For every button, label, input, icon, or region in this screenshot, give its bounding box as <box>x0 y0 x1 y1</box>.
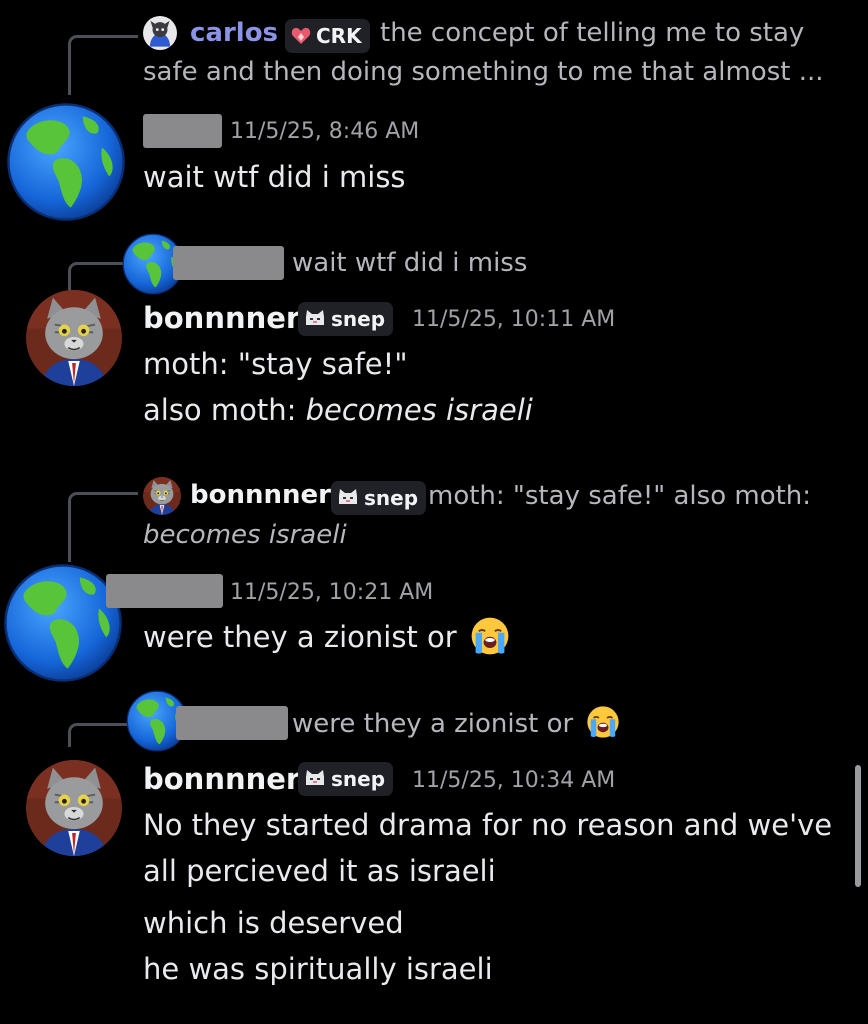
user-tag-label: snep <box>331 767 386 791</box>
reply-author-avatar[interactable] <box>143 477 181 515</box>
reply-tag-label: CRK <box>316 24 362 48</box>
reply-preview[interactable]: were they a zionist or <box>292 709 620 739</box>
message-text-italic: becomes israeli <box>305 393 533 427</box>
user-tag[interactable]: snep <box>298 302 394 336</box>
reply-preview-line1[interactable]: moth: "stay safe!" also moth: <box>428 481 811 511</box>
message-text: he was spiritually israeli <box>143 952 493 986</box>
reply-tag-label: snep <box>364 486 419 510</box>
message-text: which is deserved <box>143 906 404 940</box>
reply-preview[interactable]: wait wtf did i miss <box>292 248 527 278</box>
reply-preview-line2[interactable]: becomes israeli <box>143 520 347 550</box>
message-text: No they started drama for no reason and … <box>143 808 833 842</box>
message-text: also moth: becomes israeli <box>143 393 533 427</box>
cat-badge-icon <box>306 770 324 785</box>
reply-preview-italic: becomes israeli <box>143 520 347 550</box>
redacted-username <box>106 574 223 608</box>
redacted-username <box>143 114 222 148</box>
redacted-username <box>176 706 288 740</box>
user-tag[interactable]: snep <box>298 762 394 796</box>
reply-author-name[interactable]: bonnnner <box>190 480 331 510</box>
cat-avatar[interactable] <box>26 290 122 386</box>
globe-avatar[interactable] <box>3 563 123 683</box>
message-text: wait wtf did i miss <box>143 160 406 194</box>
loudly-crying-emoji <box>586 705 620 739</box>
globe-avatar[interactable] <box>6 102 126 222</box>
reply-author-name[interactable]: carlos <box>190 18 278 48</box>
cat-badge-icon <box>306 310 324 325</box>
cat-badge-icon <box>339 489 357 504</box>
message-timestamp: 11/5/25, 8:46 AM <box>230 119 420 144</box>
reply-author-avatar[interactable] <box>143 16 177 50</box>
username[interactable]: bonnnner <box>143 762 300 796</box>
user-tag-label: snep <box>331 307 386 331</box>
message-text: were they a zionist or <box>143 620 510 656</box>
reply-author-tag[interactable]: CRK <box>285 19 370 53</box>
reply-preview-line1[interactable]: the concept of telling me to stay <box>380 18 804 48</box>
reply-connector <box>68 492 138 562</box>
reply-connector <box>68 35 138 95</box>
reply-preview-line2[interactable]: safe and then doing something to me that… <box>143 57 824 87</box>
scrollbar[interactable] <box>855 765 861 887</box>
reply-connector <box>68 723 130 747</box>
message-text: all percieved it as israeli <box>143 854 496 888</box>
message-timestamp: 11/5/25, 10:34 AM <box>412 768 616 793</box>
loudly-crying-emoji <box>470 616 510 656</box>
message-timestamp: 11/5/25, 10:11 AM <box>412 307 616 332</box>
reply-preview-text: were they a zionist or <box>292 709 574 739</box>
reply-author-tag[interactable]: snep <box>331 481 427 515</box>
cat-avatar[interactable] <box>26 760 122 856</box>
message-text-plain: were they a zionist or <box>143 620 457 654</box>
message-text: moth: "stay safe!" <box>143 347 408 381</box>
message-text-plain: also moth: <box>143 393 306 427</box>
heart-badge-icon <box>291 27 311 44</box>
message-timestamp: 11/5/25, 10:21 AM <box>230 580 434 605</box>
username[interactable]: bonnnner <box>143 301 300 335</box>
redacted-username <box>173 246 284 280</box>
